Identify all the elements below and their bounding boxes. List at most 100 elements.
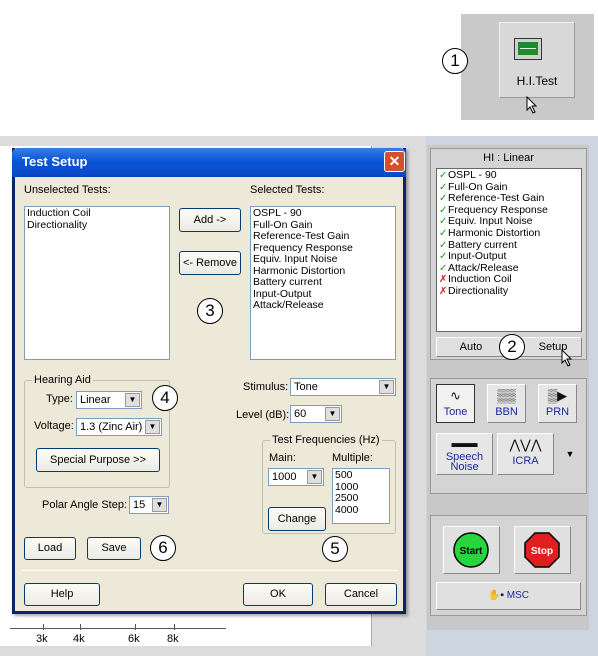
add-button[interactable]: Add -> — [179, 208, 241, 232]
multiple-label: Multiple: — [332, 452, 373, 464]
callout-2: 2 — [499, 334, 525, 360]
list-item[interactable]: Reference-Test Gain — [253, 230, 393, 243]
sine-wave-icon: ∿ — [450, 388, 461, 403]
list-item[interactable]: Induction Coil — [27, 207, 167, 220]
chevron-down-icon: ▼ — [152, 498, 167, 512]
x-axis-tick — [135, 624, 136, 630]
stop-label: Stop — [531, 546, 553, 557]
tone-button[interactable]: ∿ Tone — [436, 384, 475, 423]
list-item[interactable]: 2500 — [335, 492, 387, 505]
cursor-icon — [526, 96, 538, 114]
noise-icon: ▒▒ — [497, 388, 516, 403]
list-item[interactable]: OSPL - 90 — [253, 207, 393, 220]
hitest-icon — [514, 38, 542, 60]
list-item[interactable]: Directionality — [27, 219, 167, 232]
list-item[interactable]: 4000 — [335, 504, 387, 517]
x-axis-tick-label: 8k — [167, 633, 179, 645]
voltage-select[interactable]: 1.3 (Zinc Air) ▼ — [76, 418, 162, 436]
list-item[interactable]: Battery current — [253, 276, 393, 289]
unselected-tests-list[interactable]: Induction Coil Directionality — [24, 206, 170, 360]
msc-button[interactable]: ✋▪ MSC — [436, 582, 581, 610]
msc-icon: ✋▪ — [487, 590, 504, 601]
x-axis-tick-label: 4k — [73, 633, 85, 645]
hitest-label: H.I.Test — [516, 74, 558, 88]
list-item[interactable]: Equiv. Input Noise — [253, 253, 393, 266]
stop-icon: Stop — [524, 532, 560, 568]
x-axis-tick-label: 3k — [36, 633, 48, 645]
x-axis-tick-label: 6k — [128, 633, 140, 645]
callout-4: 4 — [152, 385, 178, 411]
cancel-button[interactable]: Cancel — [325, 583, 397, 606]
x-axis-tick — [80, 624, 81, 630]
callout-3: 3 — [197, 298, 223, 324]
chevron-down-icon: ▼ — [325, 407, 340, 421]
pink-noise-icon: ▒▶ — [547, 388, 568, 403]
check-icon: ✓ — [439, 181, 448, 193]
type-select[interactable]: Linear ▼ — [76, 391, 142, 409]
check-icon: ✓ — [439, 193, 448, 205]
test-frequencies-label: Test Frequencies (Hz) — [270, 434, 382, 446]
ok-button[interactable]: OK — [243, 583, 313, 606]
callout-5: 5 — [322, 536, 348, 562]
check-icon: ✓ — [439, 262, 448, 274]
type-label: Type: — [46, 393, 73, 405]
bbn-button[interactable]: ▒▒ BBN — [487, 384, 526, 423]
start-button[interactable]: Start — [443, 526, 500, 574]
help-button[interactable]: Help — [24, 583, 100, 606]
selected-tests-list[interactable]: OSPL - 90 Full-On Gain Reference-Test Ga… — [250, 206, 396, 360]
stimulus-label: Stimulus: — [243, 381, 289, 393]
main-frequency-select[interactable]: 1000 ▼ — [268, 468, 324, 486]
check-icon: ✓ — [439, 216, 448, 228]
check-icon: ✓ — [439, 204, 448, 216]
load-button[interactable]: Load — [24, 537, 76, 560]
check-icon: ✓ — [439, 170, 448, 181]
close-icon[interactable]: ✕ — [384, 151, 405, 172]
main-frequency-label: Main: — [269, 452, 296, 464]
stimulus-dropdown-arrow-icon[interactable]: ▼ — [560, 433, 580, 475]
chevron-down-icon: ▼ — [125, 393, 140, 407]
save-button[interactable]: Save — [87, 537, 141, 560]
hi-test-item[interactable]: ✗Directionality — [439, 285, 579, 298]
x-axis-tick — [43, 624, 44, 630]
auto-button[interactable]: Auto — [436, 337, 506, 357]
start-label: Start — [460, 546, 483, 557]
hearing-aid-group-label: Hearing Aid — [32, 374, 93, 386]
hi-panel-title: HI : Linear — [483, 152, 534, 164]
callout-6: 6 — [150, 535, 176, 561]
check-icon: ✓ — [439, 251, 448, 263]
list-item[interactable]: 500 — [335, 469, 387, 482]
hi-test-list[interactable]: ✓OSPL - 90 ✓Full-On Gain ✓Reference-Test… — [436, 168, 582, 332]
prn-button[interactable]: ▒▶ PRN — [538, 384, 577, 423]
x-axis-tick — [174, 624, 175, 630]
check-icon: ✓ — [439, 239, 448, 251]
msc-label: MSC — [506, 590, 529, 601]
level-select[interactable]: 60 ▼ — [290, 405, 342, 423]
cross-icon: ✗ — [439, 274, 448, 286]
list-item[interactable]: Attack/Release — [253, 299, 393, 312]
icra-button[interactable]: ⋀⋁⋀ ICRA — [497, 433, 554, 475]
polar-angle-select[interactable]: 15 ▼ — [129, 496, 169, 514]
selected-label: Selected Tests: — [250, 184, 325, 196]
level-label: Level (dB): — [236, 409, 290, 421]
change-button[interactable]: Change — [268, 507, 326, 531]
polar-angle-label: Polar Angle Step: — [42, 499, 128, 511]
speech-noise-icon: ▬▬ — [451, 435, 478, 450]
cursor-icon — [561, 349, 573, 367]
check-icon: ✓ — [439, 227, 448, 239]
icra-wave-icon: ⋀⋁⋀ — [509, 437, 542, 452]
unselected-label: Unselected Tests: — [24, 184, 111, 196]
dialog-separator — [22, 570, 398, 571]
start-icon: Start — [453, 532, 489, 568]
chevron-down-icon: ▼ — [379, 380, 394, 394]
chevron-down-icon: ▼ — [307, 470, 322, 484]
remove-button[interactable]: <- Remove — [179, 251, 241, 275]
speech-noise-button[interactable]: ▬▬ Speech Noise — [436, 433, 493, 475]
cross-icon: ✗ — [439, 285, 448, 297]
chevron-down-icon: ▼ — [145, 420, 160, 434]
special-purpose-button[interactable]: Special Purpose >> — [36, 448, 160, 472]
callout-1: 1 — [442, 48, 468, 74]
stimulus-select[interactable]: Tone ▼ — [290, 378, 396, 396]
stop-button[interactable]: Stop — [514, 526, 571, 574]
multiple-frequencies-list[interactable]: 500 1000 2500 4000 — [332, 468, 390, 524]
voltage-label: Voltage: — [34, 420, 74, 432]
